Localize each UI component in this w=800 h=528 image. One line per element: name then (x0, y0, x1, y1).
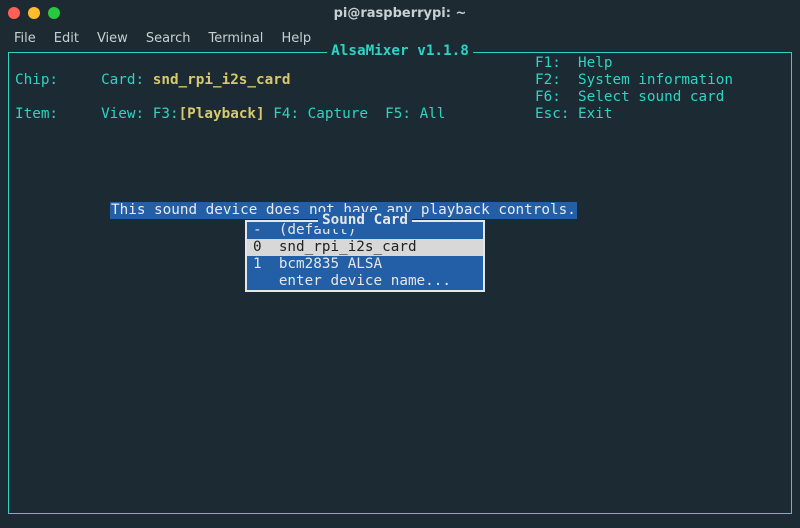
menu-file[interactable]: File (6, 29, 44, 48)
sound-card-option-enter[interactable]: enter device name... (247, 273, 483, 290)
sound-card-option-1[interactable]: 1 bcm2835 ALSA (247, 256, 483, 273)
terminal-window: pi@raspberrypi: ~ File Edit View Search … (0, 0, 800, 528)
menu-help[interactable]: Help (273, 29, 319, 48)
alsamixer-title: AlsaMixer v1.1.8 (327, 43, 473, 60)
terminal-content[interactable]: AlsaMixer v1.1.8 Card: snd_rpi_i2s_card … (0, 50, 800, 528)
item-label: Item: (15, 106, 535, 123)
sound-card-popup: Sound Card - (default) 0 snd_rpi_i2s_car… (245, 220, 485, 292)
help-f1: F1: Help (535, 55, 785, 72)
sound-card-option-0[interactable]: 0 snd_rpi_i2s_card (247, 239, 483, 256)
menu-view[interactable]: View (89, 29, 136, 48)
menu-terminal[interactable]: Terminal (200, 29, 271, 48)
chip-label: Chip: (15, 72, 535, 89)
help-f6: F6: Select sound card (535, 89, 785, 106)
help-esc: Esc: Exit (535, 106, 785, 123)
popup-title: Sound Card (318, 212, 412, 229)
help-f2: F2: System information (535, 72, 785, 89)
titlebar: pi@raspberrypi: ~ (0, 0, 800, 26)
window-title: pi@raspberrypi: ~ (0, 6, 800, 21)
menu-search[interactable]: Search (138, 29, 199, 48)
menu-edit[interactable]: Edit (46, 29, 87, 48)
